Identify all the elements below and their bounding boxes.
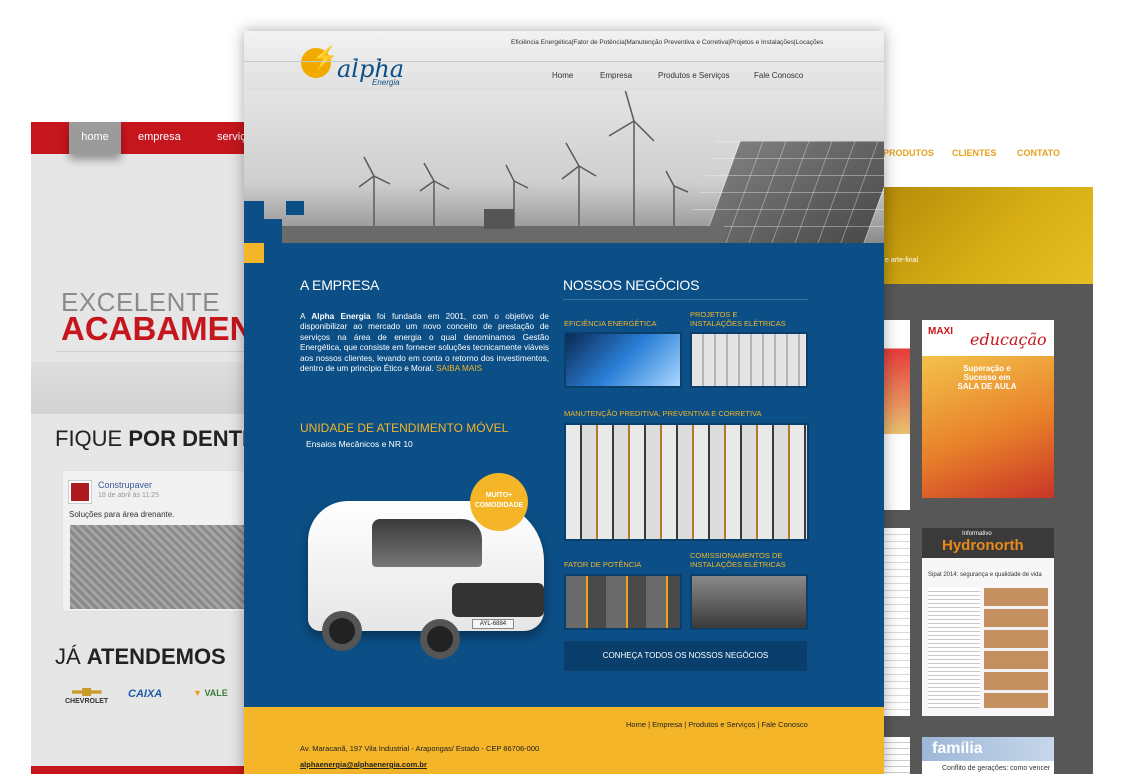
right-nav-produtos[interactable]: PRODUTOS bbox=[883, 148, 934, 158]
left-headline-big: ACABAMEN bbox=[61, 310, 251, 347]
left-pattern-band bbox=[31, 362, 251, 414]
left-site-preview: home empresa serviç EXCELENTE ACABAMEN F… bbox=[31, 122, 251, 774]
alpha-logo-sub: Energia bbox=[372, 78, 400, 87]
left-section-title-fique: FIQUE POR DENTRO bbox=[55, 426, 251, 451]
chevrolet-logo: CHEVROLET bbox=[65, 688, 108, 705]
right-nav-clientes[interactable]: CLIENTES bbox=[952, 148, 997, 158]
thumb-fator[interactable] bbox=[564, 574, 682, 630]
left-nav-servicos[interactable]: serviç bbox=[217, 122, 246, 154]
negocio-manutencao[interactable]: MANUTENÇÃO PREDITIVA, PREVENTIVA E CORRE… bbox=[564, 409, 762, 418]
wind-turbines bbox=[244, 91, 724, 243]
left-nav-bar: home empresa serviç bbox=[31, 122, 251, 154]
thumb-manutencao[interactable] bbox=[564, 423, 809, 541]
unidade-title: UNIDADE DE ATENDIMENTO MÓVEL bbox=[300, 421, 509, 435]
left-section-title-atendemos: JÁ ATENDEMOS bbox=[55, 644, 226, 669]
saiba-mais-link[interactable]: SAIBA MAIS bbox=[436, 364, 482, 373]
conheca-negocios-button[interactable]: CONHEÇA TODOS OS NOSSOS NEGÓCIOS bbox=[564, 641, 807, 671]
left-footer-bar bbox=[31, 766, 251, 774]
menu-home[interactable]: Home bbox=[552, 71, 573, 80]
post-author[interactable]: Construpaver bbox=[98, 480, 152, 490]
vale-logo: ▼ VALE bbox=[193, 688, 228, 698]
magazine-cover-hydronorth[interactable]: Informativo Hydronorth Sipat 2014: segur… bbox=[922, 528, 1054, 716]
license-plate: AYL-6884 bbox=[472, 619, 514, 629]
negocio-fator[interactable]: FATOR DE POTÊNCIA bbox=[564, 560, 641, 569]
main-header: ⚡ alpha Energia Eficiência Energética|Fa… bbox=[244, 31, 884, 263]
thumb-eficiencia[interactable] bbox=[564, 332, 682, 388]
comodidade-badge: MUITO+ COMODIDADE bbox=[470, 473, 528, 531]
negocio-eficiencia[interactable]: EFICIÊNCIA ENERGÉTICA bbox=[564, 319, 657, 328]
thumb-comissionamentos[interactable] bbox=[690, 574, 808, 630]
right-banner-text: e arte-final bbox=[885, 257, 919, 264]
left-divider bbox=[55, 351, 251, 352]
service-van-image: AYL-6884 MUITO+ COMODIDADE bbox=[302, 471, 550, 667]
footer-email[interactable]: alphaenergia@alphaenergia.com.br bbox=[300, 760, 427, 769]
magazine-title-hydronorth: Hydronorth bbox=[942, 537, 1024, 554]
post-avatar bbox=[69, 481, 91, 503]
negocio-comissionamentos[interactable]: COMISSIONAMENTOS DE INSTALAÇÕES ELÉTRICA… bbox=[690, 551, 790, 569]
thumb-projetos[interactable] bbox=[690, 332, 808, 388]
footer-address: Av. Maracanã, 197 Vila Industrial - Arap… bbox=[300, 744, 540, 753]
menu-fale-conosco[interactable]: Fale Conosco bbox=[754, 71, 803, 80]
magazine-cover-familia[interactable]: família Conflito de gerações: como vence… bbox=[922, 737, 1054, 774]
unidade-subtitle: Ensaios Mecânicos e NR 10 bbox=[306, 439, 413, 449]
left-nav-empresa[interactable]: empresa bbox=[138, 122, 181, 154]
top-links[interactable]: Eficiência Energética|Fator de Potência|… bbox=[511, 39, 823, 46]
right-nav-contato[interactable]: CONTATO bbox=[1017, 148, 1060, 158]
magazine-headline-educacao: Superação e Sucesso em SALA DE AULA bbox=[957, 364, 1017, 391]
caixa-logo: CAIXA bbox=[128, 688, 163, 700]
left-nav-home[interactable]: home bbox=[69, 122, 121, 154]
section-title-negocios: NOSSOS NEGÓCIOS bbox=[563, 277, 700, 293]
footer-links[interactable]: Home | Empresa | Produtos e Serviços | F… bbox=[626, 720, 808, 729]
negocio-projetos[interactable]: PROJETOS E INSTALAÇÕES ELÉTRICAS bbox=[690, 310, 790, 328]
magazine-cover-educacao[interactable]: MAXI educação Superação e Sucesso em SAL… bbox=[922, 320, 1054, 498]
magazine-title-familia: família bbox=[932, 740, 983, 757]
post-text: Soluções para área drenante. bbox=[69, 510, 175, 519]
bolt-icon: ⚡ bbox=[311, 45, 339, 70]
empresa-text: A Alpha Energia foi fundada em 2001, com… bbox=[300, 312, 549, 374]
main-site-preview: ⚡ alpha Energia Eficiência Energética|Fa… bbox=[244, 31, 884, 774]
section-title-empresa: A EMPRESA bbox=[300, 277, 380, 293]
menu-produtos-servicos[interactable]: Produtos e Serviços bbox=[658, 71, 730, 80]
left-social-post[interactable]: Construpaver 18 de abril às 11:25 Soluçõ… bbox=[62, 470, 251, 612]
post-date: 18 de abril às 11:25 bbox=[98, 492, 159, 499]
menu-empresa[interactable]: Empresa bbox=[600, 71, 632, 80]
right-banner bbox=[875, 187, 1093, 284]
right-site-preview: PRODUTOS CLIENTES CONTATO e arte-final M… bbox=[875, 100, 1093, 774]
magazine-title-educacao: educação bbox=[970, 330, 1047, 349]
post-image bbox=[70, 525, 250, 609]
main-footer: Home | Empresa | Produtos e Serviços | F… bbox=[244, 707, 884, 774]
